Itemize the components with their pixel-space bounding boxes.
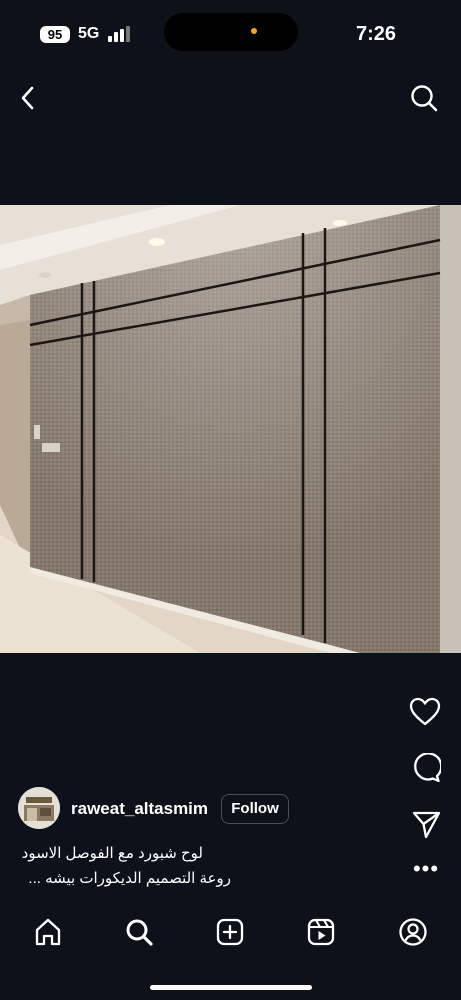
chevron-left-icon <box>21 86 34 110</box>
create-icon <box>216 918 244 946</box>
reels-icon <box>307 918 335 946</box>
follow-button[interactable]: Follow <box>221 794 289 824</box>
privacy-indicator-dot <box>251 28 257 34</box>
profile-icon <box>399 918 427 946</box>
send-icon <box>412 811 441 839</box>
avatar[interactable] <box>18 787 60 829</box>
tab-search[interactable] <box>119 912 159 952</box>
search-icon <box>411 85 438 112</box>
heart-icon <box>409 697 441 726</box>
dynamic-island <box>164 13 298 51</box>
comment-icon <box>414 753 441 783</box>
back-button[interactable] <box>10 80 46 116</box>
caption-line-1: لوح شبورد مع الفوصل الاسود <box>21 845 203 862</box>
tab-profile[interactable] <box>393 912 433 952</box>
home-indicator[interactable] <box>150 985 312 990</box>
tab-create[interactable] <box>210 912 250 952</box>
more-options-button[interactable]: ••• <box>406 858 446 884</box>
post-image[interactable] <box>0 205 461 653</box>
comment-button[interactable] <box>406 750 446 786</box>
tab-reels[interactable] <box>301 912 341 952</box>
signal-bars-icon <box>108 26 132 42</box>
network-type: 5G <box>78 25 100 42</box>
status-time: 7:26 <box>356 23 397 45</box>
search-button[interactable] <box>404 78 444 118</box>
home-icon <box>35 918 61 946</box>
share-button[interactable] <box>406 806 446 842</box>
search-icon <box>126 919 153 946</box>
caption-line-2[interactable]: روعة التصميم الديكورات بيشه ... <box>0 869 231 887</box>
username[interactable]: raweat_altasmim <box>71 799 208 819</box>
tab-home[interactable] <box>28 912 68 952</box>
battery-indicator: 95 <box>40 26 70 43</box>
like-button[interactable] <box>405 694 445 730</box>
